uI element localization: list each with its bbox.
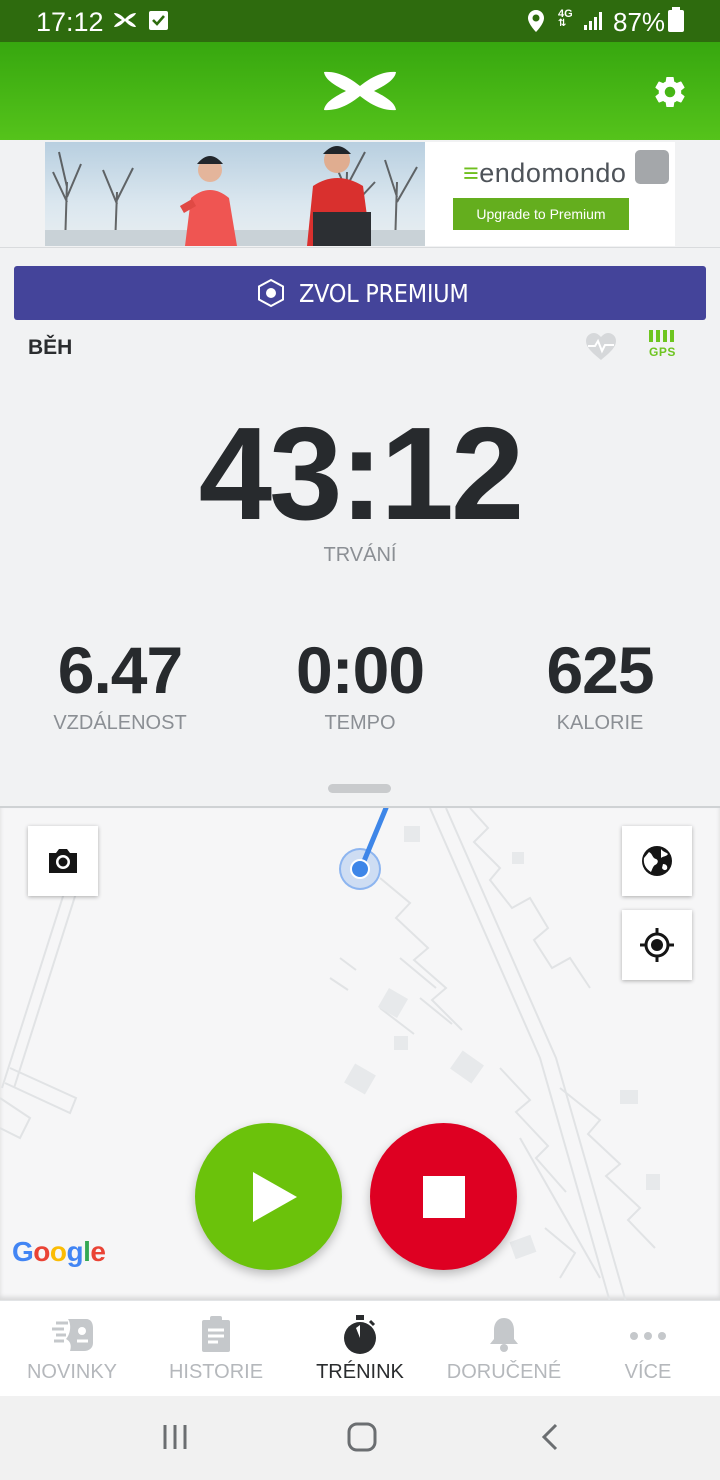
play-icon <box>253 1172 297 1222</box>
endomondo-logo: ≡endomondo <box>463 158 627 188</box>
runners-illustration <box>45 146 425 246</box>
more-dots-icon <box>630 1332 666 1340</box>
choose-premium-button[interactable]: ZVOL PREMIUM <box>14 266 706 320</box>
sport-selector[interactable]: BĚH <box>28 336 72 360</box>
calories-value: 625 <box>546 633 654 707</box>
pace-label: TEMPO <box>324 712 396 734</box>
tab-history[interactable]: HISTORIE <box>144 1301 288 1397</box>
duration-value: 43:12 <box>198 400 525 547</box>
system-navigation-bar <box>0 1396 720 1480</box>
stat-pace[interactable]: 0:00 TEMPO <box>240 632 480 735</box>
signal-icon <box>584 12 602 30</box>
location-icon <box>528 10 544 32</box>
stat-distance[interactable]: 6.47 VZDÁLENOST <box>0 632 240 735</box>
tab-workout-label: TRÉNINK <box>316 1361 404 1383</box>
recent-apps-icon[interactable] <box>160 1422 190 1452</box>
tab-inbox[interactable]: DORUČENÉ <box>432 1301 576 1397</box>
status-time: 17:12 <box>36 7 104 37</box>
gps-status-icon: GPS <box>649 330 679 362</box>
distance-label: VZDÁLENOST <box>53 712 187 734</box>
tab-more[interactable]: VÍCE <box>576 1301 720 1397</box>
under-armour-logo <box>324 71 396 111</box>
camera-icon <box>49 849 77 873</box>
battery-percent: 87% <box>613 7 666 37</box>
tab-more-label: VÍCE <box>624 1361 672 1383</box>
map-view[interactable]: Google <box>0 806 720 1300</box>
app-bar <box>0 42 720 140</box>
globe-icon <box>642 846 672 876</box>
stopwatch-icon <box>344 1315 376 1354</box>
camera-button[interactable] <box>28 826 98 896</box>
battery-icon <box>668 7 684 32</box>
back-icon[interactable] <box>538 1422 562 1452</box>
stop-icon <box>423 1176 465 1218</box>
crosshair-icon <box>640 928 674 962</box>
tab-workout[interactable]: TRÉNINK <box>288 1301 432 1397</box>
bell-icon <box>490 1318 518 1352</box>
tab-news-label: NOVINKY <box>26 1361 118 1383</box>
stat-calories[interactable]: 625 KALORIE <box>480 632 720 735</box>
panel-drag-handle[interactable] <box>328 784 391 793</box>
home-icon[interactable] <box>346 1422 378 1452</box>
heart-rate-icon <box>586 333 616 360</box>
distance-value: 6.47 <box>57 633 183 707</box>
my-location-button[interactable] <box>622 910 692 980</box>
ad-photo <box>45 142 425 246</box>
under-armour-notification-icon <box>114 13 136 27</box>
ad-banner[interactable]: ≡endomondo Upgrade to Premium <box>45 142 675 246</box>
stop-button[interactable] <box>370 1123 517 1270</box>
upgrade-to-premium-button[interactable]: Upgrade to Premium <box>453 198 629 230</box>
premium-label: ZVOL PREMIUM <box>299 279 469 308</box>
resume-button[interactable] <box>195 1123 342 1270</box>
ad-badge-icon <box>635 150 669 184</box>
status-bar: 17:12 4G ⇅ 87% <box>0 0 720 42</box>
clipboard-icon <box>202 1316 230 1352</box>
bottom-navigation: NOVINKY HISTORIE TRÉNINK DORUČENÉ VÍCE <box>0 1300 720 1396</box>
ad-area: ≡endomondo Upgrade to Premium <box>0 140 720 248</box>
duration-label: TRVÁNÍ <box>323 544 397 566</box>
premium-hexagon-icon <box>258 278 284 308</box>
network-type: 4G ⇅ <box>558 8 573 29</box>
current-position-marker <box>339 848 381 890</box>
gear-icon[interactable] <box>652 74 688 110</box>
tab-history-label: HISTORIE <box>168 1361 264 1383</box>
tab-news[interactable]: NOVINKY <box>0 1301 144 1397</box>
google-attribution: Google <box>12 1236 106 1267</box>
map-layer-button[interactable] <box>622 826 692 896</box>
pace-value: 0:00 <box>295 633 425 707</box>
task-check-icon <box>149 11 168 30</box>
endomondo-news-icon <box>52 1319 93 1351</box>
tab-inbox-label: DORUČENÉ <box>446 1361 562 1383</box>
calories-label: KALORIE <box>556 712 644 734</box>
